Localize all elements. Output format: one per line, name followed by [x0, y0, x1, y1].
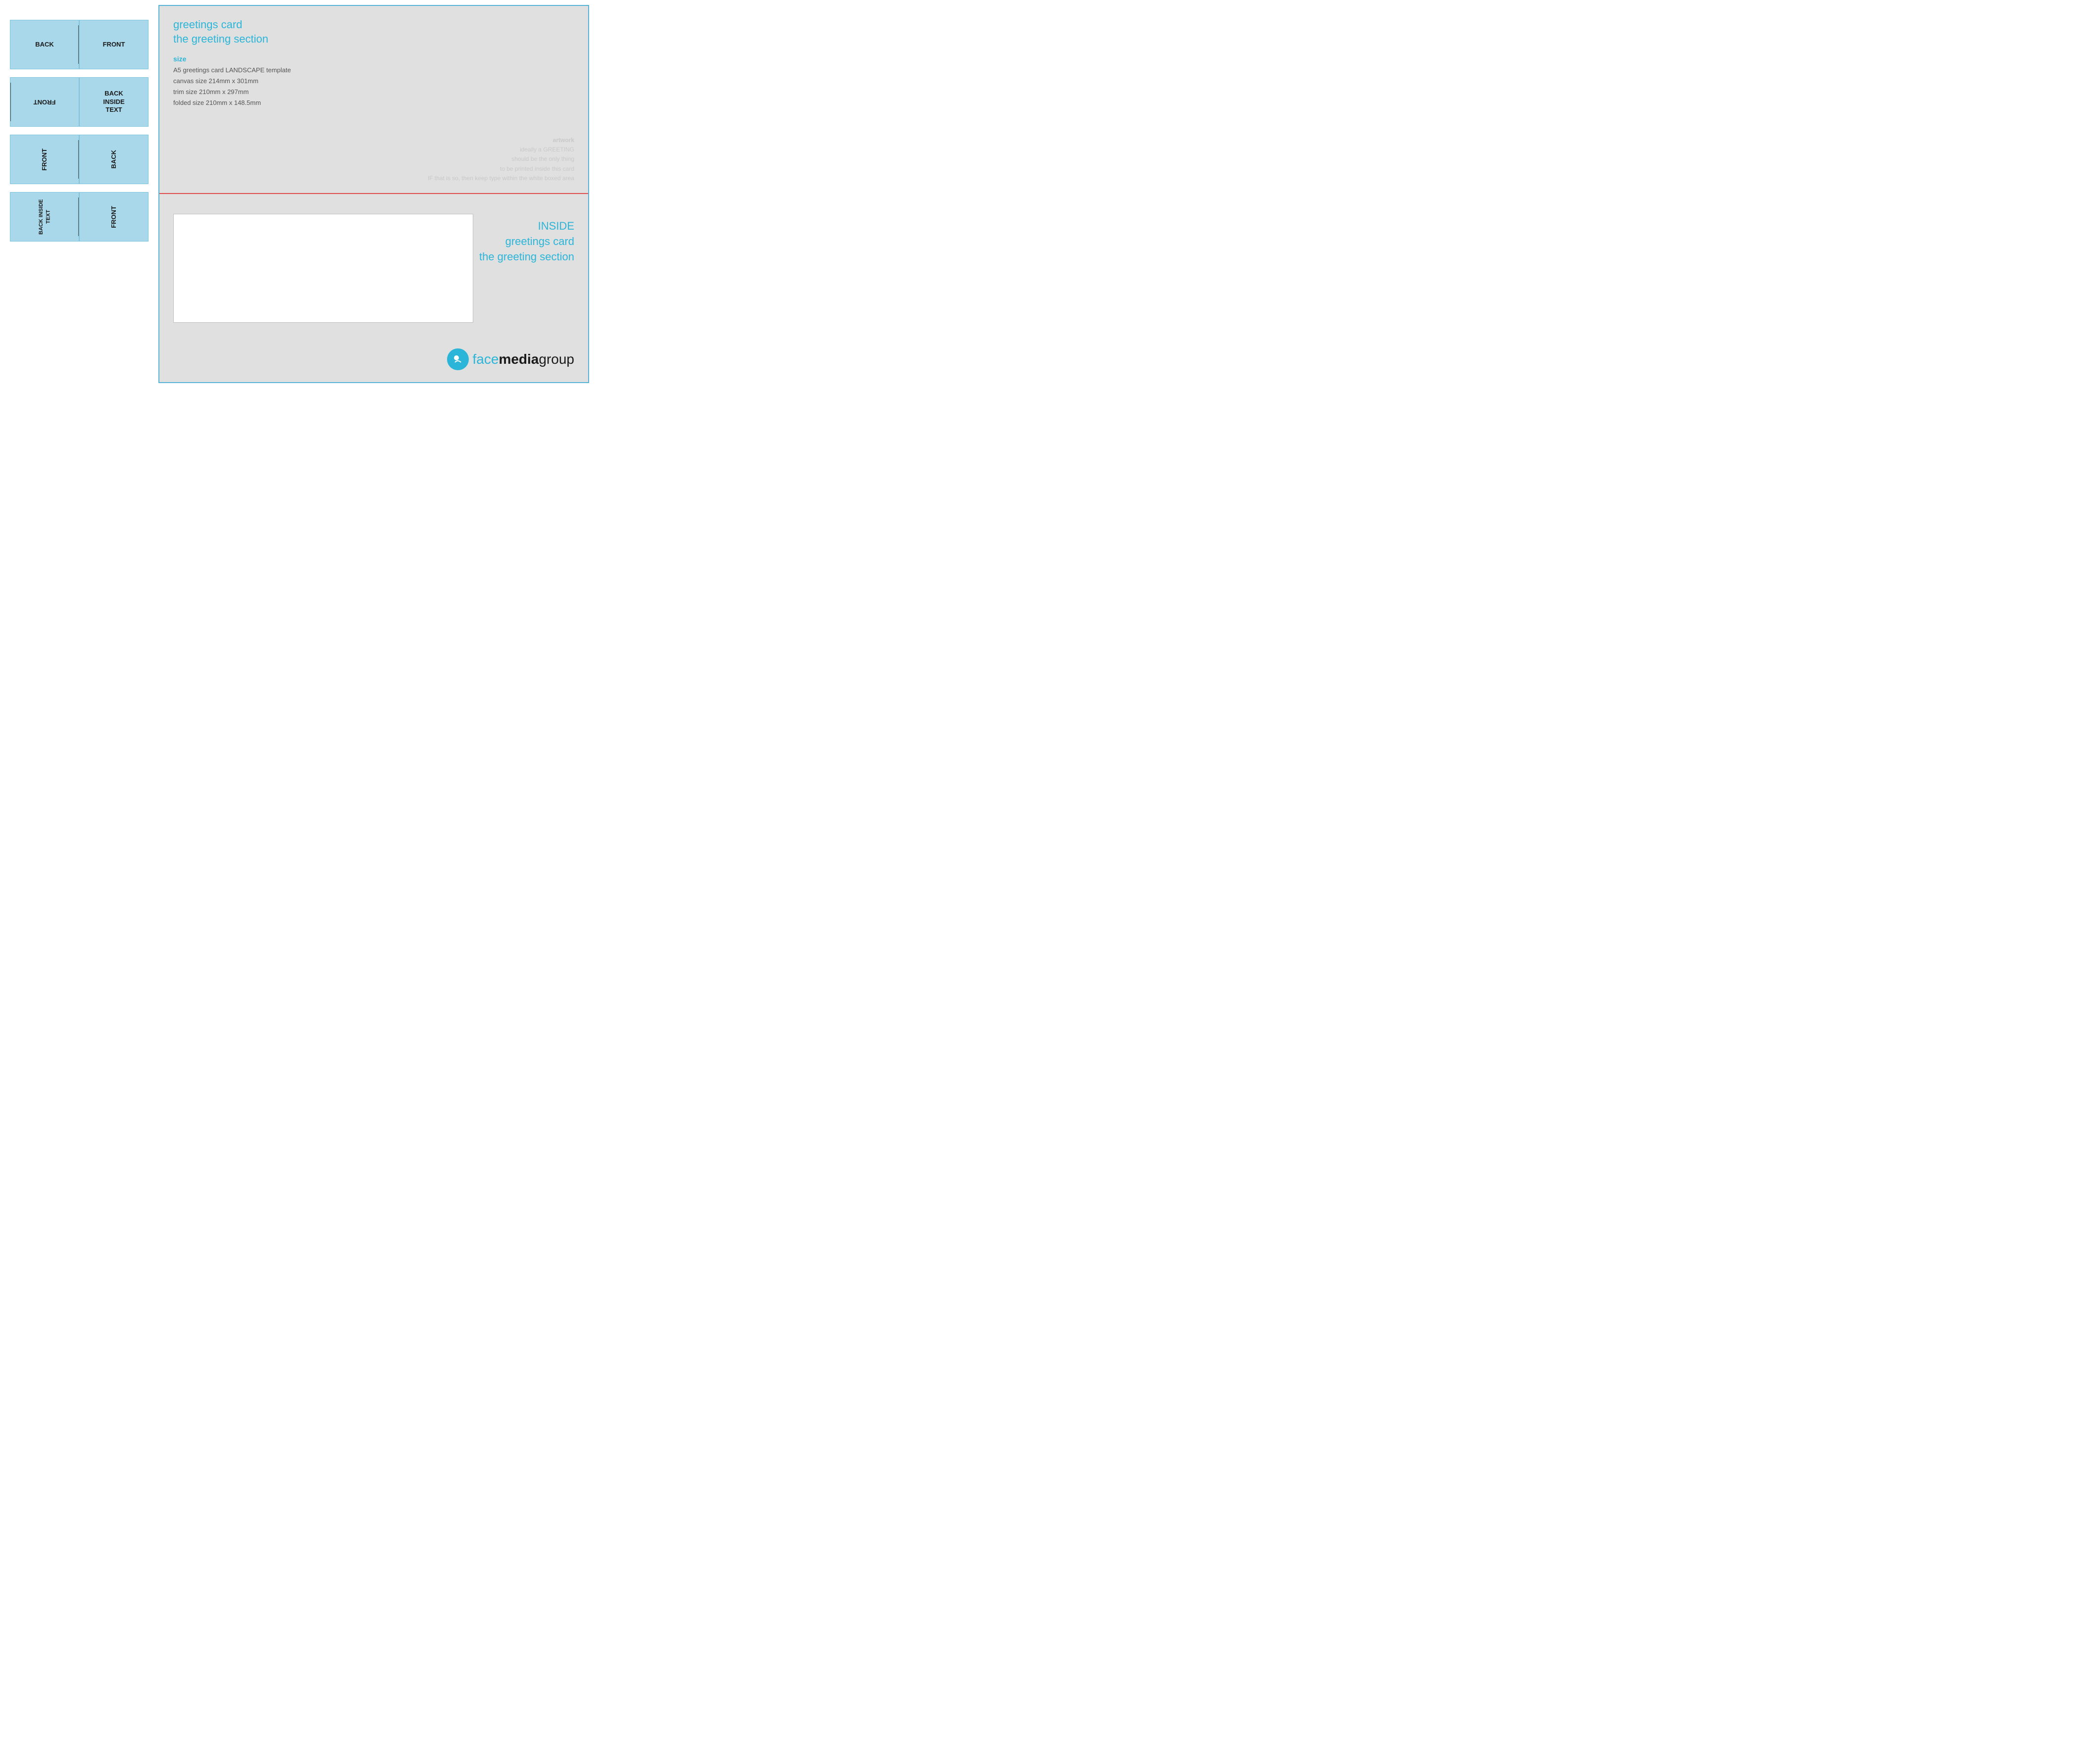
card-row-4: BACK INSIDE TEXT FRONT: [10, 192, 149, 242]
size-details: A5 greetings card LANDSCAPE template can…: [173, 65, 574, 108]
card-front-rotated: FRONT: [10, 77, 79, 127]
card-row-2: FRONT BACK INSIDE TEXT: [10, 77, 149, 127]
card-front-label: FRONT: [79, 20, 149, 69]
size-label: size: [173, 55, 574, 63]
top-half: greetings card the greeting section size…: [159, 6, 588, 194]
left-panel: BACK FRONT FRONT BACK INSIDE TEXT FRONT …: [0, 0, 158, 261]
card-back-inside-text: BACK INSIDE TEXT: [79, 77, 149, 127]
card-back-label: BACK: [10, 20, 79, 69]
brand-logo: facemediagroup: [447, 348, 575, 370]
inside-text: INSIDE greetings card the greeting secti…: [479, 219, 574, 264]
artwork-note: artwork ideally a GREETING should be the…: [428, 136, 574, 183]
top-title: greetings card the greeting section: [173, 18, 574, 46]
card-front-vertical: FRONT: [10, 135, 79, 184]
card-back-vertical: BACK: [79, 135, 149, 184]
card-back-inside-vertical: BACK INSIDE TEXT: [10, 192, 79, 242]
card-front-vertical-2: FRONT: [79, 192, 149, 242]
inside-white-box: [173, 214, 473, 323]
brand-icon: [447, 348, 469, 370]
bottom-half: INSIDE greetings card the greeting secti…: [159, 194, 588, 382]
card-row-1: BACK FRONT: [10, 20, 149, 69]
brand-text: facemediagroup: [473, 351, 575, 367]
right-panel: greetings card the greeting section size…: [158, 5, 589, 383]
card-row-3: FRONT BACK: [10, 135, 149, 184]
